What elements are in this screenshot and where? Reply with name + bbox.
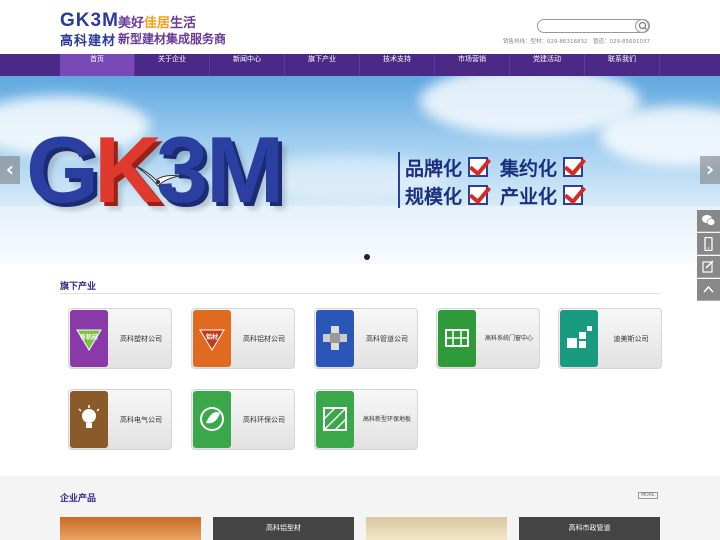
- industry-card-label: 高科新型环保地板: [362, 415, 411, 423]
- industry-card-label: 高科电气公司: [120, 415, 162, 424]
- feedback-icon[interactable]: [697, 256, 720, 278]
- banner-next-button[interactable]: ›: [700, 156, 720, 184]
- industry-card[interactable]: 高科管道公司: [314, 308, 418, 369]
- site-header: GK3M 高科建材 美好佳居生活 新型建材集成服务商 销售热线：型材：029-8…: [0, 0, 720, 54]
- slogan-part-b: 佳居: [144, 16, 171, 31]
- seagull-icon: [135, 165, 181, 187]
- section-title-industries: 旗下产业: [60, 282, 97, 292]
- industry-card-label: 迪美斯公司: [613, 334, 649, 343]
- nav-item[interactable]: 党建活动: [510, 54, 585, 76]
- slogan-line-2: 新型建材集成服务商: [118, 32, 227, 46]
- logo-letters: GK3M: [60, 10, 119, 31]
- nav-item[interactable]: 新闻中心: [210, 54, 285, 76]
- nav-item[interactable]: 技术支持: [360, 54, 435, 76]
- banner-logo-letter-g: G: [26, 117, 99, 222]
- light-bulb-icon: [70, 391, 108, 448]
- slogan-text: 规模化: [405, 185, 463, 208]
- eco-leaf-icon: [193, 391, 231, 448]
- nav-item[interactable]: 联系我们: [585, 54, 660, 76]
- checkmark-icon: [468, 157, 489, 177]
- slogan-part-a: 美好: [118, 16, 145, 31]
- slogan-line-1: 美好佳居生活: [118, 12, 196, 31]
- slogan-row-1: 品牌化 集约化: [405, 154, 595, 180]
- aluminum-icon: 铝材: [193, 310, 231, 367]
- industry-badge: 有机硅: [79, 334, 98, 341]
- banner-prev-button[interactable]: ‹: [0, 156, 20, 184]
- industry-card-label: 高科环保公司: [243, 415, 285, 424]
- slogan-row-2: 规模化 产业化: [405, 182, 595, 208]
- slide-indicator-dot[interactable]: [364, 254, 370, 260]
- checkmark-icon: [563, 185, 584, 205]
- industry-card-label: 高科系统门窗中心: [484, 334, 533, 342]
- banner-logo-letter-m: M: [206, 117, 284, 222]
- nav-item[interactable]: 旗下产业: [285, 54, 360, 76]
- industry-card-label: 高科铝材公司: [243, 334, 285, 343]
- more-link[interactable]: MORE: [638, 492, 658, 499]
- industry-card[interactable]: 高科环保公司: [191, 389, 295, 450]
- sales-hotline: 销售热线：型材：029-86316832 管道：029-85691037: [503, 39, 650, 45]
- checkmark-icon: [468, 185, 489, 205]
- product-card[interactable]: [366, 517, 507, 540]
- page: GK3M 高科建材 美好佳居生活 新型建材集成服务商 销售热线：型材：029-8…: [0, 0, 720, 540]
- industry-card-label: 高科塑材公司: [120, 334, 162, 343]
- pipe-fitting-icon: [316, 310, 354, 367]
- site-logo[interactable]: GK3M 高科建材 美好佳居生活 新型建材集成服务商: [60, 10, 230, 49]
- tiles-icon: [560, 310, 598, 367]
- search-icon[interactable]: [635, 19, 649, 33]
- industry-card[interactable]: 有机硅 高科塑材公司: [68, 308, 172, 369]
- nav-item[interactable]: 关于企业: [135, 54, 210, 76]
- slogan-part-c: 生活: [170, 16, 197, 31]
- slogan-text: 品牌化: [405, 157, 463, 180]
- banner-slogan-panel: 品牌化 集约化 规模化 产业化: [398, 150, 618, 212]
- nav-item[interactable]: 市场营销: [435, 54, 510, 76]
- checkmark-icon: [563, 157, 584, 177]
- nav-item[interactable]: 首页: [60, 54, 135, 76]
- section-title-products: 企业产品: [60, 494, 97, 504]
- logo-company-name: 高科建材: [60, 34, 117, 49]
- product-card[interactable]: 高科市政管道: [519, 517, 660, 540]
- search-box: [537, 19, 650, 33]
- industry-card[interactable]: 高科电气公司: [68, 389, 172, 450]
- industry-card[interactable]: 高科系统门窗中心: [436, 308, 540, 369]
- industry-badge: 铝材: [205, 334, 218, 341]
- mobile-icon[interactable]: [697, 233, 720, 255]
- main-nav: 首页 关于企业 新闻中心 旗下产业 技术支持 市场营销 党建活动 联系我们: [0, 54, 720, 76]
- industry-card[interactable]: 铝材 高科铝材公司: [191, 308, 295, 369]
- slogan-divider: [398, 152, 400, 208]
- industry-card[interactable]: 高科新型环保地板: [314, 389, 418, 450]
- floor-icon: [316, 391, 354, 448]
- slogan-text: 产业化: [500, 185, 558, 208]
- section-divider: [60, 293, 660, 294]
- industry-card[interactable]: 迪美斯公司: [558, 308, 662, 369]
- plastic-profile-icon: 有机硅: [70, 310, 108, 367]
- window-grid-icon: [438, 310, 476, 367]
- back-to-top-icon[interactable]: [697, 279, 720, 301]
- wechat-icon[interactable]: [697, 210, 720, 232]
- industry-card-label: 高科管道公司: [366, 334, 408, 343]
- product-card[interactable]: [60, 517, 201, 540]
- search-input[interactable]: [544, 21, 634, 31]
- slogan-text: 集约化: [500, 157, 558, 180]
- product-card[interactable]: 高科铝型材: [213, 517, 354, 540]
